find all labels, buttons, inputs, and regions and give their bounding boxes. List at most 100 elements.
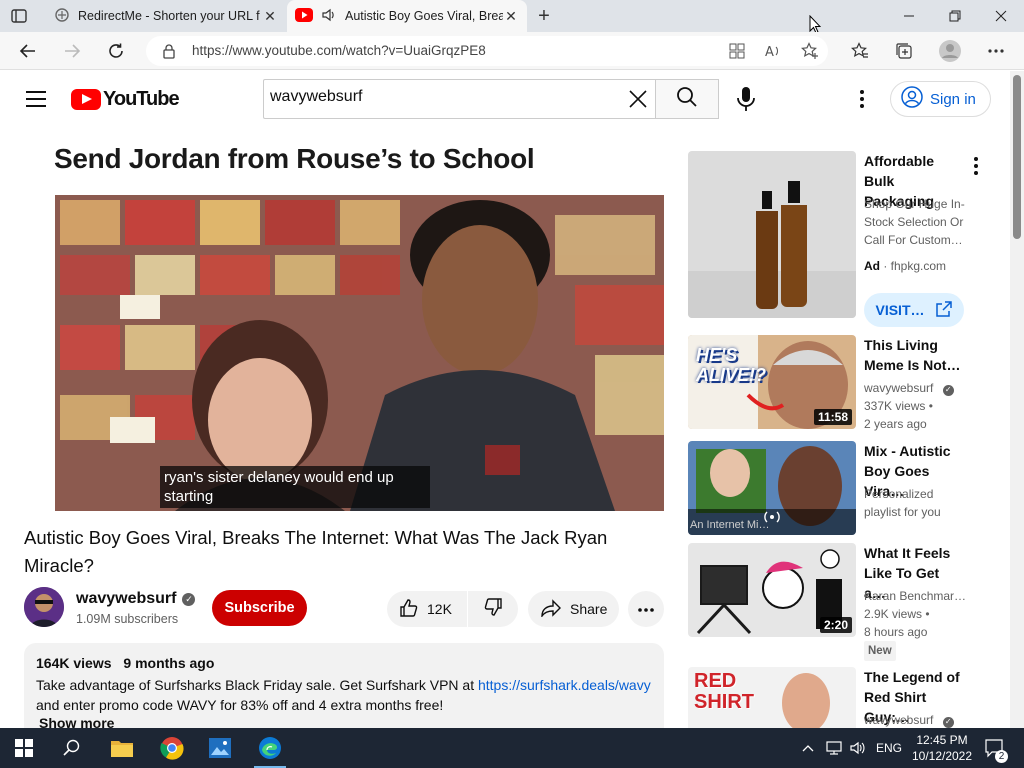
thumbnail-text: HE'S ALIVE!?: [696, 345, 766, 385]
channel-name[interactable]: wavywebsurf ✓: [76, 590, 196, 608]
refresh-icon[interactable]: [104, 39, 128, 63]
audio-playing-icon[interactable]: [321, 7, 337, 26]
sidebar-mix-item[interactable]: An Internet Mi… Mix - Autistic Boy Goes …: [688, 441, 988, 541]
ad-thumbnail[interactable]: [688, 151, 856, 318]
volume-icon[interactable]: [850, 728, 866, 768]
menu-icon[interactable]: [26, 91, 46, 107]
sidebar-video-channel[interactable]: Karan Benchmar…: [864, 587, 974, 605]
description-text: Take advantage of Surfsharks Black Frida…: [36, 675, 656, 715]
surfshark-link[interactable]: https://surfshark.deals/wavy: [478, 677, 651, 693]
tab-actions-icon[interactable]: [10, 7, 28, 25]
search-input[interactable]: [270, 88, 610, 106]
clear-search-icon[interactable]: [626, 87, 650, 111]
video-thumbnail[interactable]: RED SHIRT: [688, 667, 856, 728]
channel-avatar[interactable]: [24, 587, 64, 627]
video-still-image: [55, 195, 664, 511]
more-horizontal-icon: [637, 600, 655, 618]
sidebar-video-item[interactable]: 2:20 What It Feels Like To Get a… Karan …: [688, 543, 988, 663]
visit-site-button[interactable]: VISIT…: [864, 293, 964, 327]
upload-age: 9 months ago: [123, 655, 215, 671]
app-available-icon[interactable]: [727, 41, 747, 61]
browser-tab-strip: RedirectMe - Shorten your URL f ✕ Autist…: [0, 0, 1024, 34]
read-aloud-icon[interactable]: A: [763, 41, 783, 61]
close-tab-icon[interactable]: ✕: [503, 8, 519, 24]
thumbs-up-icon: [399, 598, 419, 621]
show-hidden-icons[interactable]: [802, 728, 814, 768]
ad-badge: Ad: [864, 259, 880, 273]
ad-source: Ad · fhpkg.com: [864, 257, 984, 275]
verified-icon: ✓: [942, 384, 954, 396]
sidebar-video-channel[interactable]: wavywebsurf ✓: [864, 711, 974, 728]
add-favorite-icon[interactable]: [800, 41, 820, 61]
video-thumbnail[interactable]: An Internet Mi…: [688, 441, 856, 535]
ad-more-icon[interactable]: [966, 155, 986, 182]
sidebar-video-title[interactable]: This Living Meme Is Not…: [864, 335, 964, 375]
logo-text: YouTube: [103, 88, 180, 110]
settings-more-icon[interactable]: [986, 41, 1006, 61]
restore-icon[interactable]: [932, 0, 978, 32]
thumbnail-text: An Internet Mi…: [690, 519, 770, 531]
language-indicator[interactable]: ENG: [876, 728, 902, 768]
visit-label: VISIT…: [875, 302, 925, 318]
video-thumbnail[interactable]: 2:20: [688, 543, 856, 637]
ad-domain: · fhpkg.com: [883, 259, 947, 273]
subscribe-button[interactable]: Subscribe: [212, 590, 307, 626]
collections-icon[interactable]: [894, 41, 914, 61]
subscriber-count: 1.09M subscribers: [76, 612, 179, 626]
sign-in-button[interactable]: Sign in: [890, 81, 991, 117]
ad-body: Shop Our Huge In-Stock Selection Or Call…: [864, 197, 965, 247]
sidebar-video-channel[interactable]: wavywebsurf ✓: [864, 379, 974, 397]
photos-app-icon[interactable]: [196, 728, 244, 768]
network-icon[interactable]: [826, 728, 842, 768]
url-text: https://www.youtube.com/watch?v=UuaiGrqz…: [192, 43, 486, 58]
dislike-button[interactable]: [468, 591, 518, 627]
tab-youtube[interactable]: Autistic Boy Goes Viral, Brea ✕: [287, 0, 527, 32]
tab-title: RedirectMe - Shorten your URL f: [78, 9, 260, 23]
url-field[interactable]: https://www.youtube.com/watch?v=UuaiGrqz…: [146, 36, 828, 66]
description-line: and enter promo code WAVY for 83% off an…: [36, 697, 444, 713]
windows-taskbar: ENG 12:45 PM 10/12/2022 2: [0, 728, 1024, 768]
address-bar: https://www.youtube.com/watch?v=UuaiGrqz…: [0, 32, 1024, 70]
sidebar-video-item[interactable]: HE'S ALIVE!? 11:58 This Living Meme Is N…: [688, 335, 988, 435]
taskbar-search-icon[interactable]: [48, 728, 96, 768]
video-duration: 11:58: [813, 409, 852, 425]
windows-start-icon[interactable]: [0, 728, 48, 768]
profile-avatar-icon[interactable]: [938, 39, 962, 63]
more-options-icon[interactable]: [852, 87, 872, 111]
favorites-icon[interactable]: [850, 41, 870, 61]
sidebar-ad[interactable]: Affordable Bulk Packaging Shop Our Huge …: [688, 151, 988, 327]
more-actions-button[interactable]: [628, 591, 664, 627]
video-thumbnail[interactable]: HE'S ALIVE!? 11:58: [688, 335, 856, 429]
youtube-logo[interactable]: YouTube: [71, 88, 180, 111]
new-badge: New: [864, 641, 896, 661]
tab-redirectme[interactable]: RedirectMe - Shorten your URL f ✕: [46, 0, 286, 32]
minimize-icon[interactable]: [886, 0, 932, 32]
youtube-header: YouTube Sign in: [0, 71, 1010, 127]
video-frame[interactable]: [55, 195, 664, 511]
microphone-icon[interactable]: [734, 85, 758, 113]
scrollbar-thumb[interactable]: [1013, 75, 1021, 239]
notifications-icon[interactable]: 2: [984, 728, 1008, 768]
back-icon[interactable]: [16, 39, 40, 63]
close-window-icon[interactable]: [978, 0, 1024, 32]
sidebar-video-age: 8 hours ago: [864, 625, 928, 639]
file-explorer-icon[interactable]: [98, 728, 146, 768]
redirectme-favicon-icon: [54, 7, 70, 26]
forward-icon[interactable]: [60, 39, 84, 63]
close-tab-icon[interactable]: ✕: [262, 8, 278, 24]
sidebar-video-item[interactable]: RED SHIRT The Legend of Red Shirt Guy:… …: [688, 667, 988, 728]
new-tab-icon[interactable]: +: [534, 5, 554, 27]
view-count: 164K views: [36, 655, 112, 671]
share-button[interactable]: Share: [528, 591, 619, 627]
like-count: 12K: [427, 601, 452, 617]
lock-icon[interactable]: [162, 43, 176, 64]
page-scrollbar[interactable]: [1010, 71, 1024, 728]
edge-browser-icon[interactable]: [246, 728, 294, 768]
youtube-play-logo-icon: [71, 89, 101, 110]
chrome-icon[interactable]: [148, 728, 196, 768]
sidebar-video-age: 2 years ago: [864, 417, 927, 431]
clock-time: 12:45 PM: [916, 733, 968, 747]
like-button[interactable]: 12K: [387, 591, 467, 627]
search-button[interactable]: [655, 79, 719, 119]
taskbar-clock[interactable]: 12:45 PM 10/12/2022: [910, 732, 974, 764]
